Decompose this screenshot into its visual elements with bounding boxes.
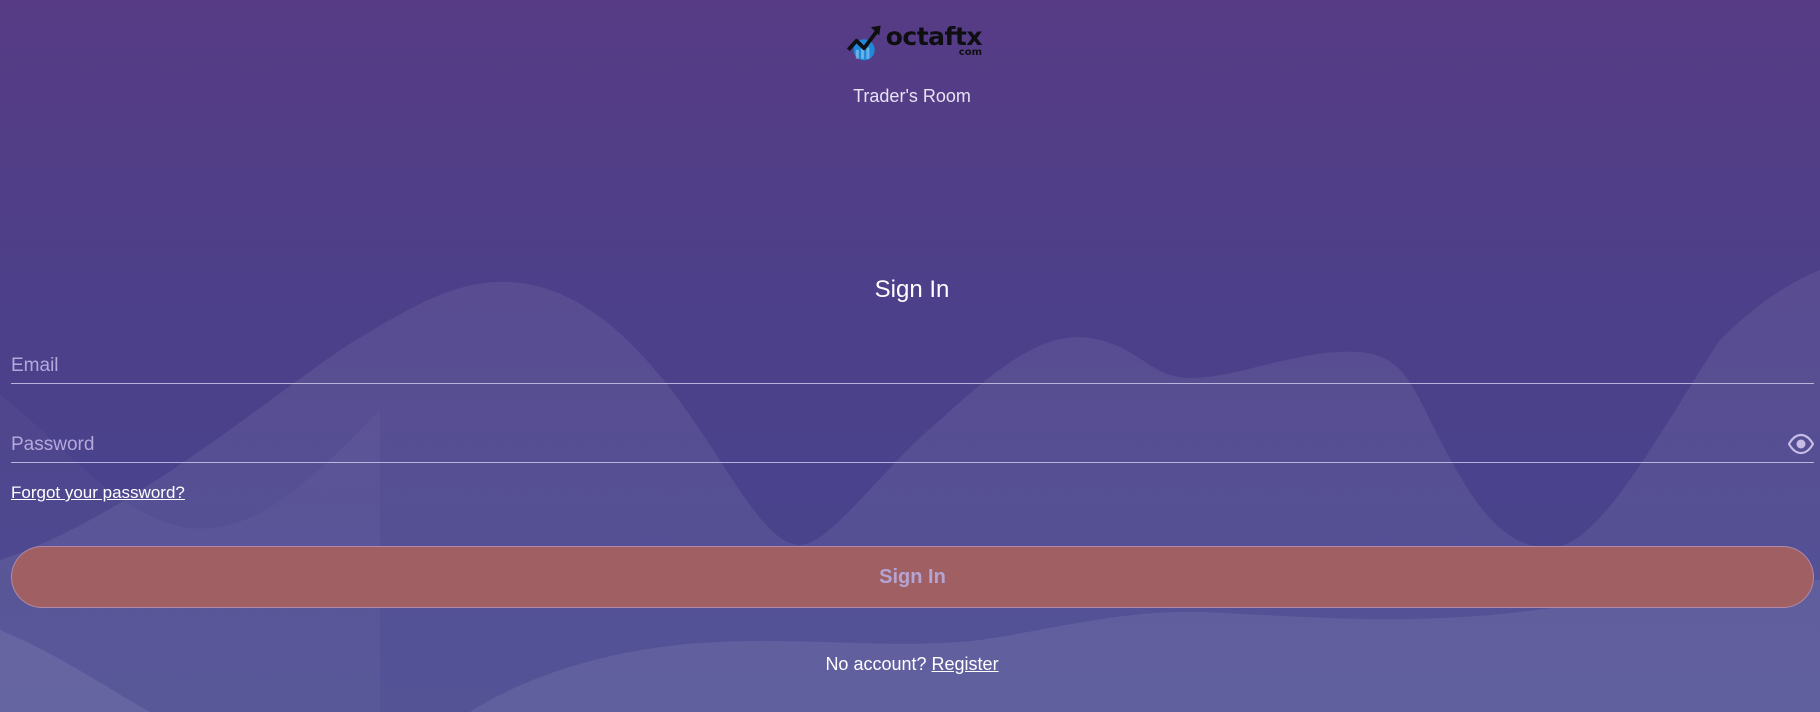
- register-prompt: No account? Register: [0, 654, 1820, 675]
- email-field-container: [11, 349, 1814, 384]
- brand-logo[interactable]: octaftx com: [846, 16, 983, 70]
- bar-chart-arrow-icon: [846, 25, 881, 61]
- form-heading: Sign In: [874, 276, 950, 303]
- register-link[interactable]: Register: [932, 654, 999, 674]
- logo-wordmark: octaftx: [885, 22, 983, 51]
- no-account-text: No account?: [825, 654, 927, 674]
- eye-icon[interactable]: [1788, 433, 1814, 455]
- password-field-container: [11, 428, 1814, 463]
- logo-domain: com: [958, 47, 982, 58]
- logo-text: octaftx com: [885, 22, 983, 58]
- password-field[interactable]: [11, 428, 1771, 462]
- sign-in-button[interactable]: Sign In: [11, 546, 1814, 608]
- page-subtitle: Trader's Room: [853, 86, 971, 106]
- sign-in-page: octaftx com Trader's Room Sign In Forgot…: [0, 0, 1820, 712]
- email-field[interactable]: [11, 349, 1771, 383]
- forgot-password-link[interactable]: Forgot your password?: [11, 483, 185, 503]
